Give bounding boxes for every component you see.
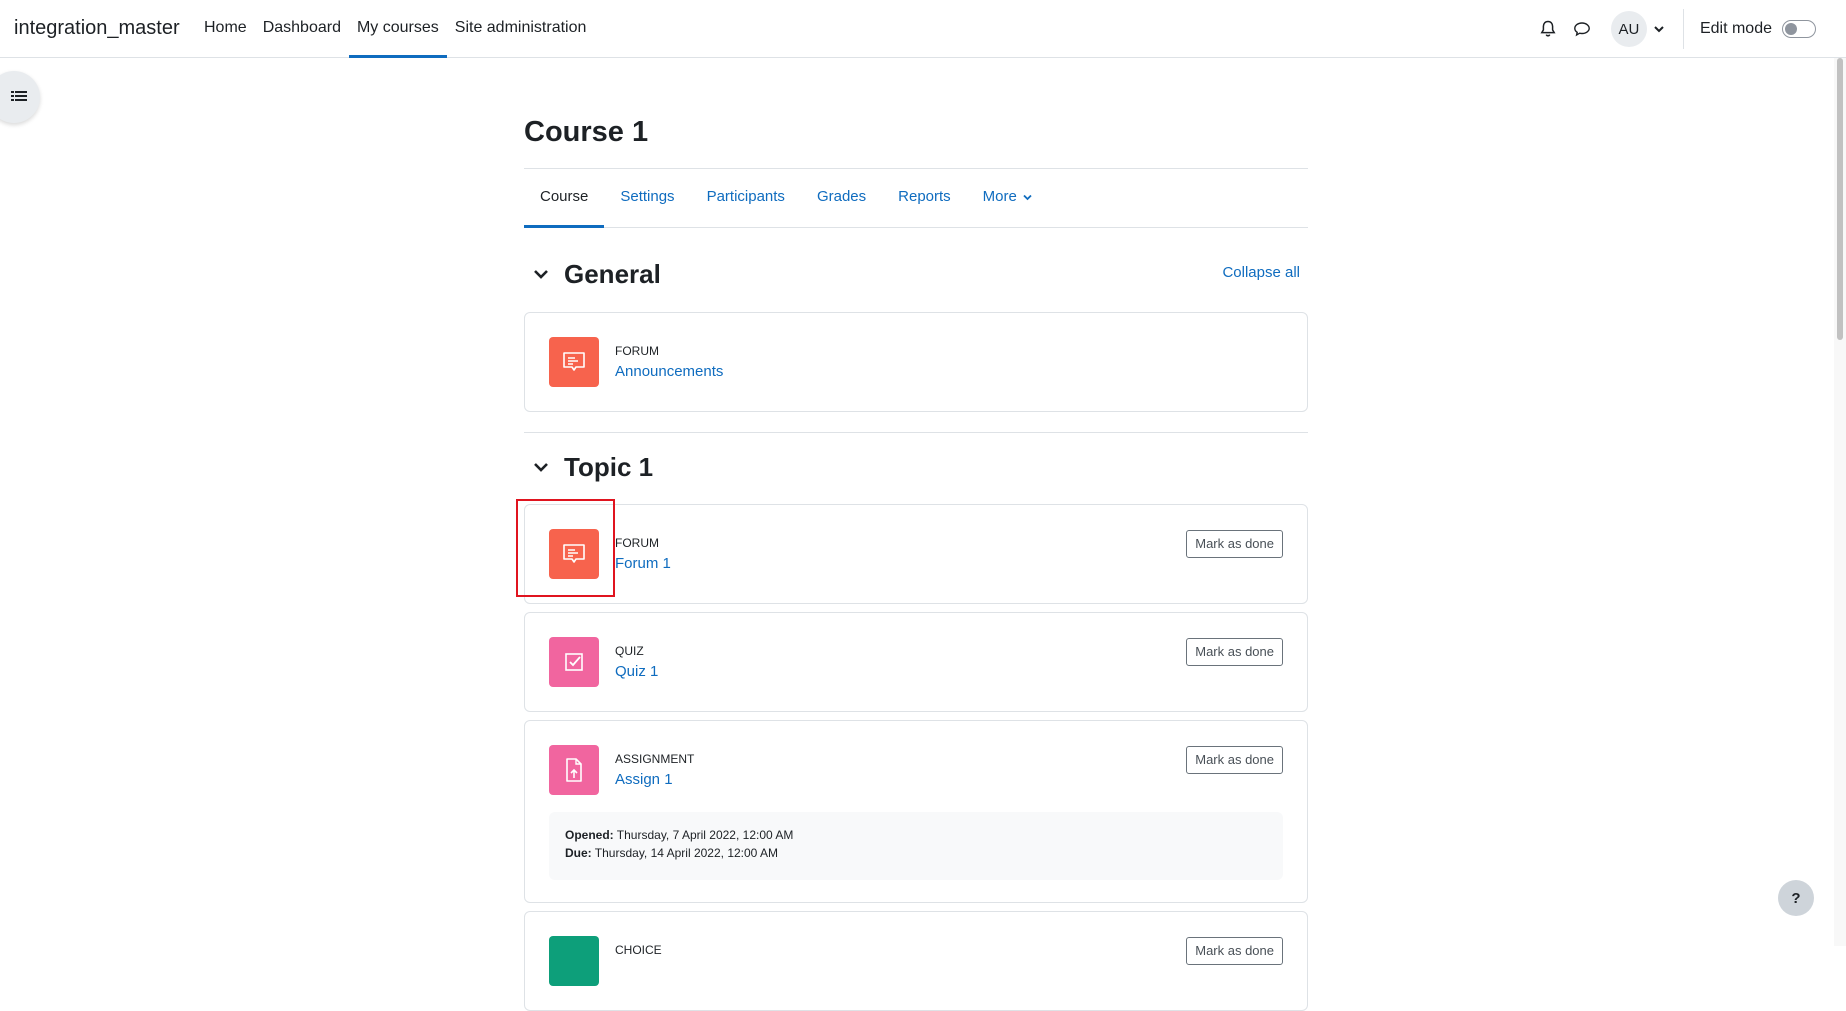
section-title: General bbox=[564, 259, 661, 289]
section-title: Topic 1 bbox=[564, 452, 654, 482]
activity-type: CHOICE bbox=[615, 943, 662, 957]
mark-as-done-button[interactable]: Mark as done bbox=[1186, 530, 1283, 558]
activity-item: QUIZ Quiz 1 Mark as done bbox=[524, 612, 1308, 712]
mark-as-done-button[interactable]: Mark as done bbox=[1186, 937, 1283, 965]
opened-date: Thursday, 7 April 2022, 12:00 AM bbox=[616, 828, 794, 842]
activity-link[interactable]: Forum 1 bbox=[615, 555, 671, 572]
section-topic1-header: Topic 1 bbox=[524, 447, 1308, 487]
course-index-toggle[interactable] bbox=[0, 71, 40, 123]
course-secondary-nav: Course Settings Participants Grades Repo… bbox=[524, 168, 1308, 228]
chevron-down-icon[interactable] bbox=[532, 458, 550, 476]
user-avatar[interactable]: AU bbox=[1610, 11, 1647, 47]
chevron-down-icon bbox=[1023, 169, 1032, 225]
activity-link[interactable]: Announcements bbox=[615, 363, 723, 380]
activity-item: ASSIGNMENT Assign 1 Mark as done Opened:… bbox=[524, 720, 1308, 903]
mark-as-done-button[interactable]: Mark as done bbox=[1186, 638, 1283, 666]
mark-as-done-button[interactable]: Mark as done bbox=[1186, 746, 1283, 774]
bell-icon[interactable] bbox=[1533, 14, 1563, 44]
quiz-icon[interactable] bbox=[549, 637, 599, 687]
due-date-row: Due: Thursday, 14 April 2022, 12:00 AM bbox=[565, 844, 1267, 862]
tab-reports[interactable]: Reports bbox=[882, 169, 967, 228]
section-divider bbox=[524, 432, 1308, 433]
due-label: Due: bbox=[565, 846, 592, 860]
activity-link[interactable]: Quiz 1 bbox=[615, 663, 658, 680]
activity-item: CHOICE Mark as done bbox=[524, 911, 1308, 1011]
activity-type: ASSIGNMENT bbox=[615, 752, 695, 766]
activity-type: FORUM bbox=[615, 344, 659, 358]
tab-course[interactable]: Course bbox=[524, 169, 605, 228]
navbar-divider bbox=[1682, 9, 1684, 49]
activity-dates: Opened: Thursday, 7 April 2022, 12:00 AM… bbox=[549, 812, 1283, 880]
page-title: Course 1 bbox=[524, 116, 649, 148]
collapse-all-link[interactable]: Collapse all bbox=[1222, 264, 1300, 281]
navbar-user-area: AU Edit mode bbox=[1533, 0, 1816, 58]
opened-label: Opened: bbox=[565, 828, 614, 842]
edit-mode-label: Edit mode bbox=[1699, 20, 1772, 37]
scrollbar-thumb[interactable] bbox=[1837, 58, 1843, 340]
page-scrollbar[interactable] bbox=[1834, 58, 1846, 946]
top-navbar: integration_master Home Dashboard My cou… bbox=[0, 0, 1846, 58]
primary-navigation: Home Dashboard My courses Site administr… bbox=[196, 0, 594, 58]
activity-type: FORUM bbox=[615, 536, 659, 550]
activity-item: FORUM Announcements bbox=[524, 312, 1308, 412]
chevron-down-icon[interactable] bbox=[532, 265, 550, 283]
site-brand[interactable]: integration_master bbox=[14, 17, 180, 40]
tab-grades[interactable]: Grades bbox=[801, 169, 882, 228]
nav-dashboard[interactable]: Dashboard bbox=[255, 0, 349, 58]
choice-icon[interactable] bbox=[549, 936, 599, 986]
due-date: Thursday, 14 April 2022, 12:00 AM bbox=[594, 846, 779, 860]
toggle-knob bbox=[1785, 23, 1797, 35]
activity-item: FORUM Forum 1 Mark as done bbox=[524, 504, 1308, 604]
activity-type: QUIZ bbox=[615, 644, 644, 658]
activity-link[interactable]: Assign 1 bbox=[615, 771, 673, 788]
tab-participants[interactable]: Participants bbox=[691, 169, 801, 228]
chevron-down-icon[interactable] bbox=[1649, 19, 1669, 39]
edit-mode-toggle[interactable] bbox=[1782, 20, 1816, 38]
nav-my-courses[interactable]: My courses bbox=[348, 0, 447, 58]
help-button[interactable]: ? bbox=[1778, 880, 1814, 916]
nav-site-administration[interactable]: Site administration bbox=[447, 0, 595, 58]
tab-more-label: More bbox=[982, 188, 1017, 205]
nav-home[interactable]: Home bbox=[196, 0, 255, 58]
assignment-icon[interactable] bbox=[549, 745, 599, 795]
list-icon bbox=[11, 91, 27, 101]
tab-settings[interactable]: Settings bbox=[604, 169, 690, 228]
opened-date-row: Opened: Thursday, 7 April 2022, 12:00 AM bbox=[565, 826, 1267, 844]
forum-icon[interactable] bbox=[549, 337, 599, 387]
tab-more[interactable]: More bbox=[967, 169, 1048, 228]
chat-icon[interactable] bbox=[1567, 14, 1597, 44]
section-general-header: General Collapse all bbox=[524, 254, 1308, 294]
course-main-content: Course 1 Course Settings Participants Gr… bbox=[524, 58, 1308, 1011]
forum-icon[interactable] bbox=[549, 529, 599, 579]
